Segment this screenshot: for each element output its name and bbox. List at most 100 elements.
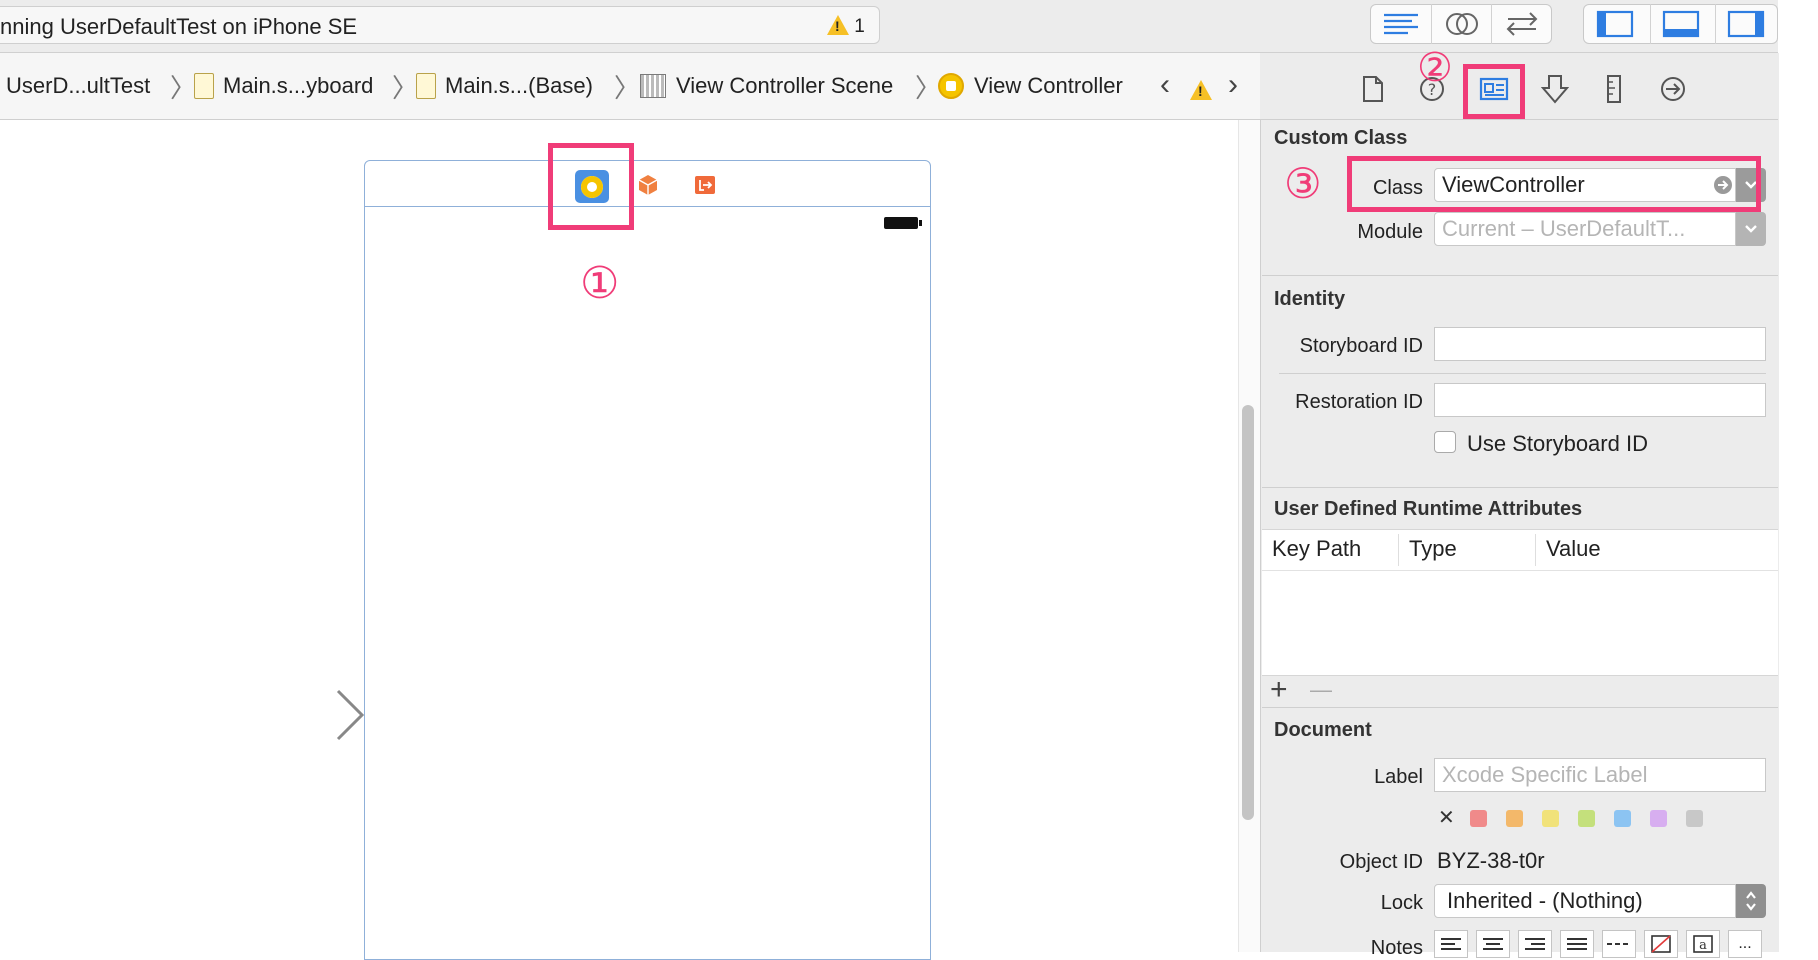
- breadcrumb-label: View Controller: [974, 73, 1123, 98]
- more-label: ...: [1738, 935, 1752, 952]
- align-left-icon: [1441, 938, 1461, 950]
- clear-label-color-icon[interactable]: ✕: [1438, 808, 1455, 828]
- storyboard-id-field[interactable]: [1434, 327, 1766, 361]
- tab-connections-inspector[interactable]: [1656, 72, 1690, 106]
- notes-align-center-button[interactable]: [1476, 930, 1510, 958]
- canvas-scroll-thumb[interactable]: [1242, 405, 1254, 820]
- file-inspector-icon: [1363, 76, 1383, 102]
- initial-view-controller-arrow-icon: [210, 689, 364, 741]
- identity-section-title: Identity: [1274, 288, 1346, 310]
- warning-count-badge[interactable]: 1: [827, 15, 865, 38]
- column-header-type[interactable]: Type: [1409, 536, 1457, 562]
- tab-size-inspector[interactable]: [1597, 72, 1631, 106]
- document-section-title: Document: [1274, 719, 1372, 741]
- label-color-swatch[interactable]: [1542, 810, 1559, 827]
- annotation-number-1: ①: [580, 259, 620, 308]
- restoration-id-field[interactable]: [1434, 383, 1766, 417]
- column-header-value[interactable]: Value: [1546, 536, 1601, 562]
- object-id-value: BYZ-38-t0r: [1437, 848, 1545, 873]
- lock-popup-button[interactable]: [1736, 884, 1766, 918]
- chevron-down-icon: [1745, 225, 1757, 233]
- breadcrumb-storyboard[interactable]: Main.s...yboard: [194, 53, 373, 119]
- notes-more-button[interactable]: ...: [1728, 930, 1762, 958]
- warning-icon: [827, 15, 849, 35]
- label-color-swatch[interactable]: [1470, 810, 1487, 827]
- issue-next-icon[interactable]: ›: [1228, 68, 1238, 102]
- size-inspector-icon: [1607, 75, 1621, 103]
- label-color-swatch[interactable]: [1686, 810, 1703, 827]
- module-dropdown-button[interactable]: [1736, 212, 1766, 246]
- issue-warning-icon[interactable]: [1190, 80, 1212, 100]
- identity-inspector-icon: [1479, 77, 1509, 101]
- scene-icon: [640, 74, 666, 98]
- notes-dashed-line-button[interactable]: [1602, 930, 1636, 958]
- attributes-inspector-icon: [1541, 75, 1569, 104]
- tab-attributes-inspector[interactable]: [1538, 72, 1572, 106]
- view-controller-scene-frame[interactable]: [364, 160, 931, 960]
- notes-text-style-button[interactable]: a: [1686, 930, 1720, 958]
- tab-identity-inspector[interactable]: [1477, 72, 1511, 106]
- notes-align-left-button[interactable]: [1434, 930, 1468, 958]
- breadcrumb-label: Main.s...yboard: [223, 73, 374, 98]
- document-label-placeholder: Xcode Specific Label: [1442, 762, 1648, 787]
- lock-popup-value: Inherited - (Nothing): [1447, 888, 1643, 913]
- breadcrumb-separator-icon: 〉: [170, 73, 197, 103]
- assistant-editor-button[interactable]: [1431, 4, 1492, 44]
- custom-class-section-title: Custom Class: [1274, 127, 1408, 149]
- issue-previous-icon[interactable]: ‹: [1160, 68, 1170, 102]
- tab-file-inspector[interactable]: [1356, 72, 1390, 106]
- navigator-toggle-button[interactable]: [1585, 4, 1645, 44]
- runtime-attributes-section-title: User Defined Runtime Attributes: [1274, 498, 1583, 520]
- add-attribute-button[interactable]: +: [1270, 675, 1288, 705]
- module-field-placeholder: Current – UserDefaultT...: [1442, 216, 1686, 241]
- column-header-key-path[interactable]: Key Path: [1272, 536, 1361, 562]
- breadcrumb-storyboard-base[interactable]: Main.s...(Base): [416, 53, 593, 119]
- section-divider: [1262, 487, 1778, 488]
- navigator-panel-icon: [1596, 10, 1634, 38]
- notes-align-right-button[interactable]: [1518, 930, 1552, 958]
- storyboard-file-icon: [416, 73, 436, 99]
- section-divider: [1262, 275, 1778, 276]
- svg-text:a: a: [1699, 938, 1707, 953]
- column-divider: [1398, 534, 1399, 566]
- label-color-swatch[interactable]: [1614, 810, 1631, 827]
- module-field[interactable]: Current – UserDefaultT...: [1434, 212, 1736, 246]
- section-divider: [1262, 707, 1778, 708]
- document-label-label: Label: [1374, 766, 1423, 788]
- dashed-line-icon: [1607, 943, 1631, 945]
- use-storyboard-id-checkbox[interactable]: [1434, 431, 1456, 453]
- lock-popup[interactable]: Inherited - (Nothing): [1434, 884, 1736, 918]
- document-label-field[interactable]: Xcode Specific Label: [1434, 758, 1766, 792]
- standard-editor-button[interactable]: [1371, 4, 1431, 44]
- exit-icon[interactable]: [694, 174, 716, 196]
- battery-icon: [884, 217, 922, 229]
- version-editor-button[interactable]: [1491, 4, 1552, 44]
- breadcrumb-label: View Controller Scene: [676, 73, 894, 98]
- version-editor-icon: [1506, 12, 1538, 36]
- align-justify-icon: [1567, 938, 1587, 950]
- label-color-swatch[interactable]: [1578, 810, 1595, 827]
- activity-status-text: nning UserDefaultTest on iPhone SE: [0, 14, 358, 39]
- remove-attribute-button[interactable]: —: [1310, 679, 1332, 701]
- breadcrumb-view-controller[interactable]: View Controller: [938, 53, 1123, 119]
- breadcrumb-separator-icon: 〉: [392, 73, 419, 103]
- breadcrumb-separator-icon: 〉: [614, 73, 641, 103]
- utilities-toggle-button[interactable]: [1715, 4, 1776, 44]
- debug-area-icon: [1662, 10, 1700, 38]
- label-color-swatch[interactable]: [1506, 810, 1523, 827]
- first-responder-icon[interactable]: [637, 174, 659, 196]
- connections-inspector-icon: [1661, 77, 1685, 101]
- debug-area-toggle-button[interactable]: [1650, 4, 1711, 44]
- align-right-icon: [1525, 938, 1545, 950]
- warning-count: 1: [854, 16, 865, 37]
- notes-no-fill-button[interactable]: [1644, 930, 1678, 958]
- storyboard-file-icon: [194, 73, 214, 99]
- breadcrumb-scene[interactable]: View Controller Scene: [640, 53, 893, 119]
- text-style-icon: a: [1693, 935, 1713, 953]
- standard-editor-icon: [1384, 13, 1418, 35]
- notes-justify-button[interactable]: [1560, 930, 1594, 958]
- label-color-swatch[interactable]: [1650, 810, 1667, 827]
- use-storyboard-id-label: Use Storyboard ID: [1467, 431, 1648, 456]
- breadcrumb-project[interactable]: UserD...ultTest: [6, 53, 150, 119]
- module-label: Module: [1357, 221, 1423, 243]
